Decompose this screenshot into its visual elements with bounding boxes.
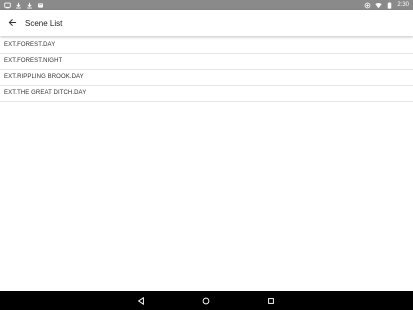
scene-list: EXT.FOREST.DAY EXT.FOREST.NIGHT EXT.RIPP… [0, 38, 413, 102]
nav-back-button[interactable] [131, 291, 151, 310]
status-right: 2:30 [364, 0, 409, 10]
app-bar: Scene List [0, 10, 413, 36]
arrow-left-icon [8, 14, 17, 32]
list-item[interactable]: EXT.THE GREAT DITCH.DAY [0, 86, 413, 102]
status-bar: 2:30 [0, 0, 413, 10]
wifi-icon [375, 2, 382, 9]
page-title: Scene List [25, 18, 63, 28]
back-triangle-icon [137, 292, 145, 310]
download-icon [26, 2, 33, 9]
notification-icon [37, 2, 44, 9]
list-item[interactable]: EXT.FOREST.DAY [0, 38, 413, 54]
back-button[interactable] [1, 10, 23, 36]
download-icon [15, 2, 22, 9]
nav-bar [0, 291, 413, 310]
home-circle-icon [202, 292, 210, 310]
screenshot-icon [4, 2, 11, 9]
recents-square-icon [267, 292, 275, 310]
nav-recents-button[interactable] [261, 291, 281, 310]
nav-home-button[interactable] [196, 291, 216, 310]
status-time: 2:30 [397, 2, 409, 8]
battery-icon [386, 1, 393, 9]
status-left [4, 2, 44, 9]
list-item[interactable]: EXT.FOREST.NIGHT [0, 54, 413, 70]
list-item[interactable]: EXT.RIPPLING BROOK.DAY [0, 70, 413, 86]
data-saver-icon [364, 2, 371, 9]
